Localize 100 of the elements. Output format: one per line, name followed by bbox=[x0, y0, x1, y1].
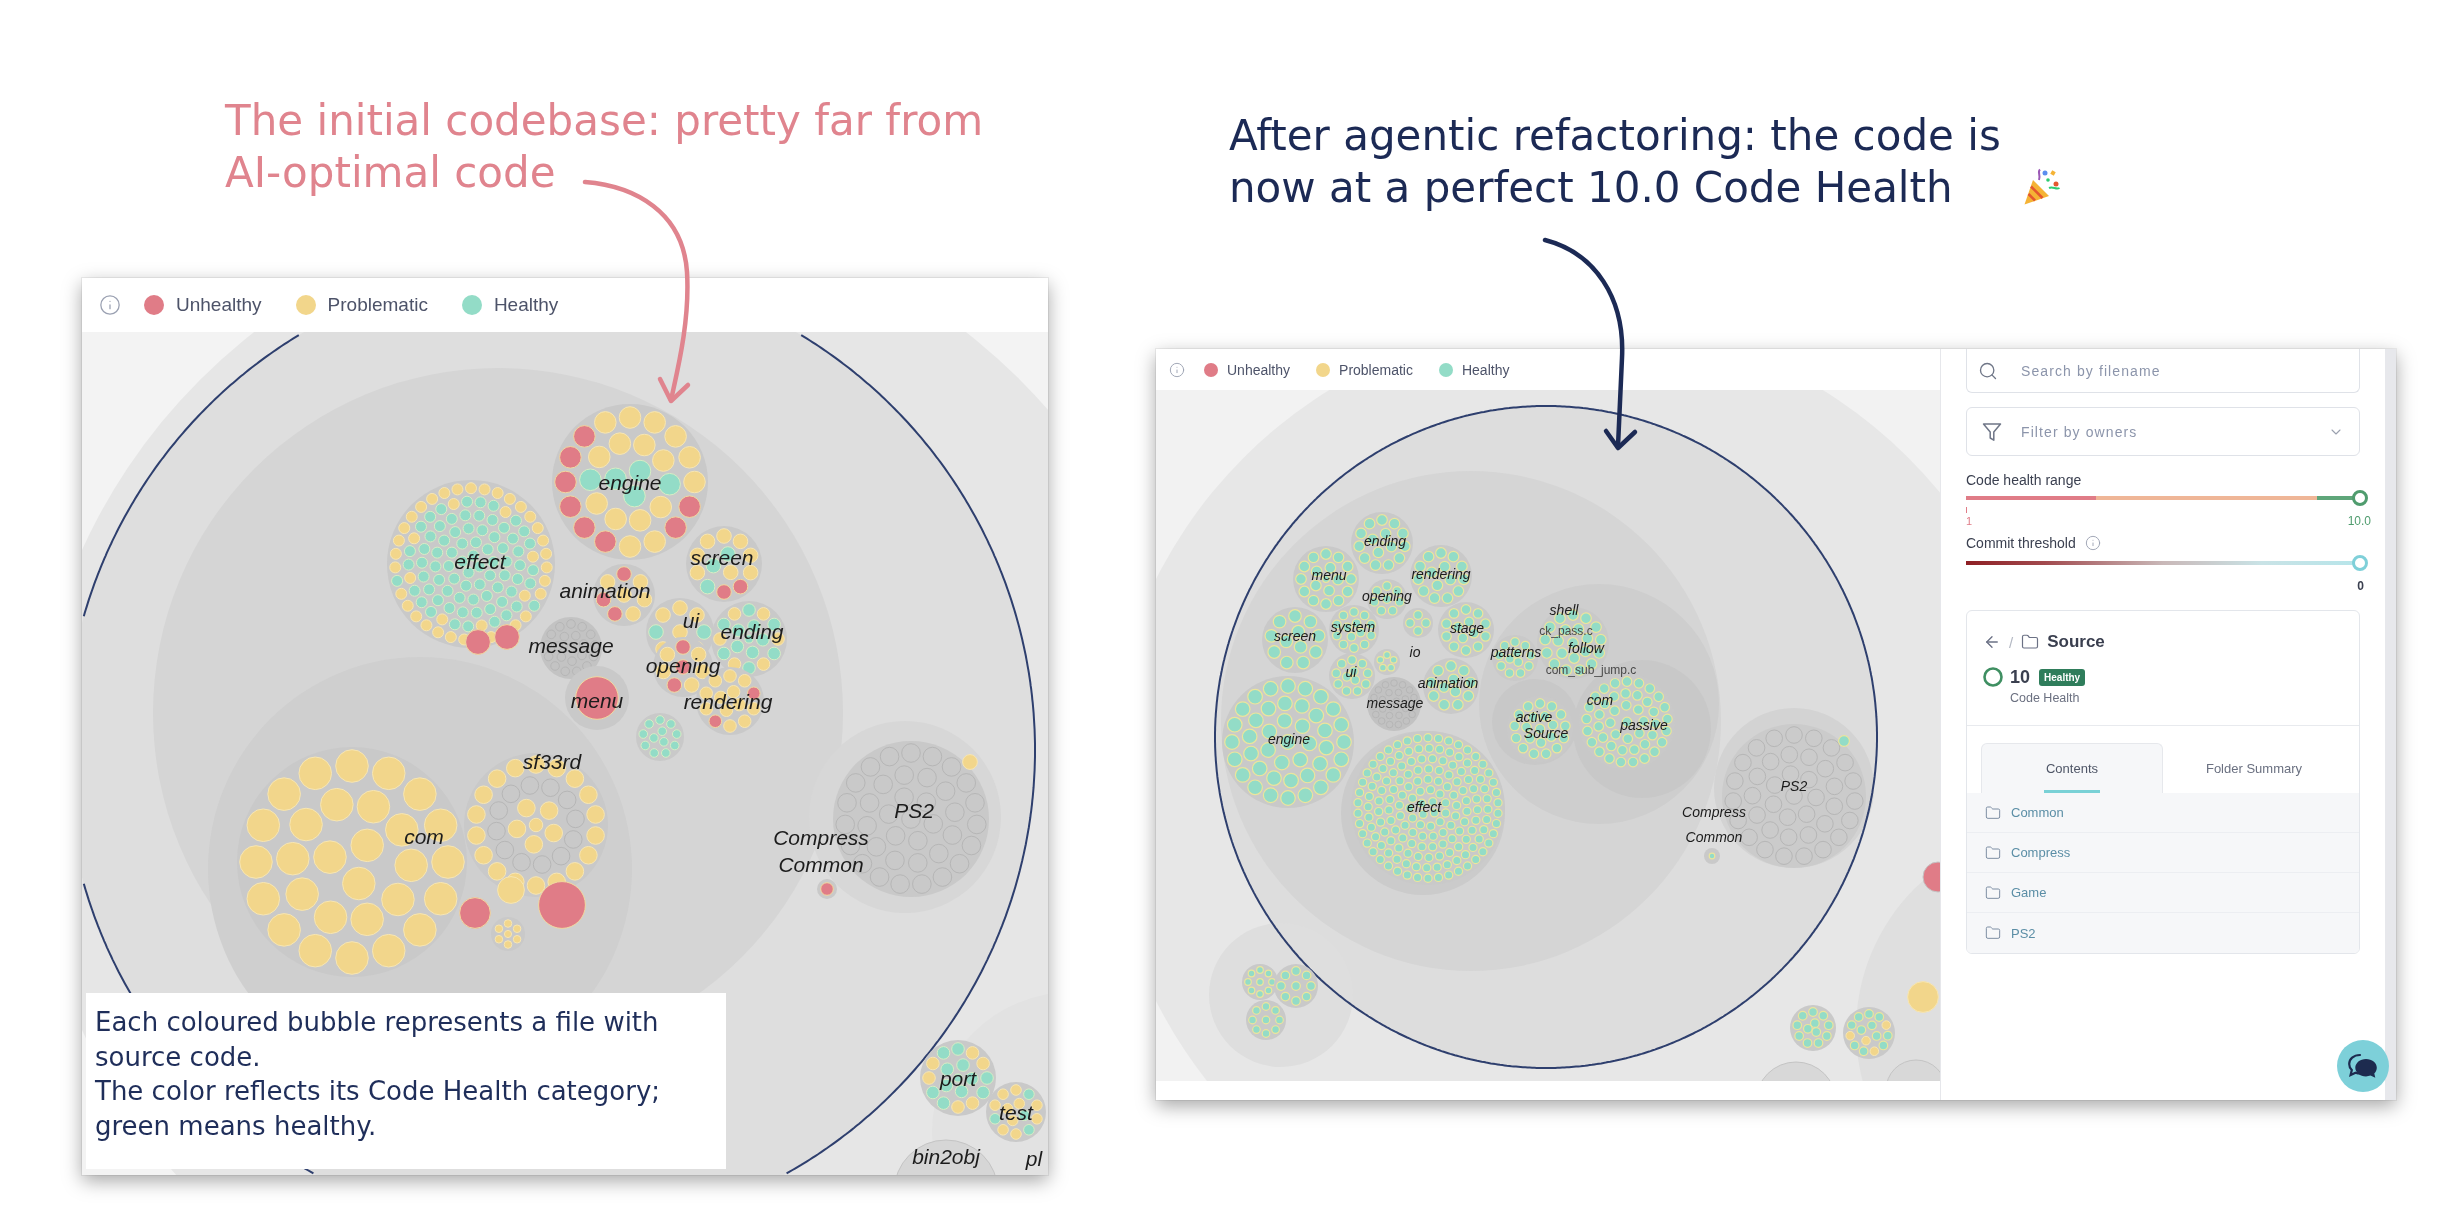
tab[interactable]: Folder Summary bbox=[2163, 743, 2345, 793]
folder-label: follow bbox=[1568, 640, 1604, 656]
slider-label: Commit threshold bbox=[1966, 535, 2076, 551]
filter-icon bbox=[1982, 422, 2002, 442]
folder-label: active bbox=[1515, 709, 1553, 725]
file-bubble bbox=[962, 754, 978, 770]
legend-label: Healthy bbox=[493, 294, 559, 316]
file-bubble-cluster bbox=[1843, 1007, 1895, 1059]
folder-row[interactable]: Game bbox=[1967, 873, 2359, 913]
folder-label: sf33rd bbox=[522, 749, 582, 773]
folder-label: effect bbox=[1406, 799, 1442, 815]
file-bubble-cluster bbox=[1704, 848, 1720, 864]
folder-label: opening bbox=[1362, 588, 1412, 604]
health-badge: Healthy bbox=[2039, 668, 2086, 686]
file-bubble bbox=[465, 629, 491, 655]
file-bubble bbox=[1907, 981, 1939, 1013]
folder-label: system bbox=[1330, 619, 1376, 635]
folder-label: Compress bbox=[1682, 804, 1746, 820]
folder-label: screen bbox=[1274, 628, 1316, 644]
folder-label: ending bbox=[720, 619, 784, 643]
legend-label: Healthy bbox=[1461, 361, 1510, 378]
folder-label: opening bbox=[645, 653, 721, 677]
folder-label: animation bbox=[559, 578, 651, 602]
folder-icon bbox=[1985, 804, 2001, 821]
note-text: The color reflects its Code Health category; green means healthy. bbox=[95, 1075, 662, 1143]
file-bubble-cluster bbox=[986, 1082, 1046, 1142]
folder-row[interactable]: Common bbox=[1967, 793, 2359, 833]
folder-icon bbox=[1985, 884, 2001, 901]
file-bubble-cluster bbox=[1351, 512, 1413, 574]
folder-label: stage bbox=[1449, 620, 1485, 636]
folder-label: engine bbox=[1268, 731, 1310, 747]
legend-label: Problematic bbox=[1339, 361, 1413, 378]
health-ring-icon bbox=[1983, 667, 2003, 687]
info-icon[interactable] bbox=[99, 294, 121, 316]
folder-label: message bbox=[528, 633, 614, 657]
folder-label: test bbox=[999, 1100, 1033, 1124]
file-bubble-cluster bbox=[1274, 964, 1318, 1008]
file-bubble-cluster bbox=[1293, 546, 1359, 612]
folder-label: PS2 bbox=[894, 798, 934, 822]
folder-label: PS2 bbox=[1780, 778, 1808, 794]
file-bubble-cluster bbox=[1242, 964, 1278, 1000]
search-field[interactable]: Search by filename bbox=[1966, 349, 2360, 393]
folder-label: Compress bbox=[773, 825, 869, 849]
folder-label: rendering bbox=[683, 689, 773, 713]
file-label: com_sub_jump.c bbox=[1545, 663, 1637, 677]
info-icon[interactable] bbox=[1169, 361, 1185, 378]
folder-label: shell bbox=[1549, 602, 1579, 618]
slider-thumb[interactable] bbox=[2352, 490, 2368, 506]
breadcrumb-separator: / bbox=[2009, 633, 2014, 651]
folder-label: passive bbox=[1620, 717, 1668, 733]
folder-row[interactable]: Compress bbox=[1967, 833, 2359, 873]
folder-icon bbox=[2021, 633, 2040, 651]
folder-label: ending bbox=[1364, 533, 1406, 549]
folder-label: port bbox=[939, 1066, 977, 1090]
folder-label: pl bbox=[1025, 1146, 1043, 1170]
file-bubble-cluster bbox=[636, 713, 684, 761]
file-bubble bbox=[538, 881, 586, 929]
folder-row[interactable]: PS2 bbox=[1967, 913, 2359, 953]
info-icon[interactable] bbox=[2084, 535, 2101, 551]
folder-label: bin2obj bbox=[912, 1144, 980, 1168]
file-bubble bbox=[494, 624, 520, 650]
legend-label: Unhealthy bbox=[176, 294, 262, 316]
annotation-text: After agentic refactoring: the code is now at a perfect 10.0 Code Health bbox=[1229, 110, 2002, 214]
range-min-label: 1 bbox=[1966, 515, 1973, 527]
file-bubble bbox=[459, 897, 491, 929]
note-text: Each coloured bubble represents a file with source code. bbox=[95, 1006, 660, 1074]
folder-label: message bbox=[1366, 695, 1424, 711]
party-popper-icon bbox=[2023, 168, 2061, 206]
range-max-label: 10.0 bbox=[2347, 514, 2371, 528]
folder-label: io bbox=[1409, 644, 1421, 660]
score-caption: Code Health bbox=[2010, 691, 2081, 707]
slider-thumb[interactable] bbox=[2352, 555, 2368, 571]
legend-label: Problematic bbox=[327, 294, 428, 316]
threshold-value: 0 bbox=[2357, 579, 2364, 593]
folder-title: Source bbox=[2047, 632, 2105, 652]
owner-filter-field[interactable]: Filter by owners bbox=[1966, 407, 2360, 456]
folder-label: effect bbox=[454, 549, 506, 573]
file-bubble-cluster bbox=[565, 666, 629, 730]
file-label: ck_pass.c bbox=[1539, 624, 1593, 638]
folder-label: engine bbox=[598, 470, 662, 494]
folder-label: screen bbox=[690, 545, 754, 569]
folder-label: com bbox=[1586, 692, 1614, 708]
search-icon bbox=[1978, 361, 1998, 381]
file-bubble-cluster bbox=[1246, 1000, 1286, 1040]
annotation-text: The initial codebase: pretty far from AI-optimal code bbox=[225, 95, 985, 199]
folder-label: animation bbox=[1417, 675, 1479, 691]
folder-icon bbox=[1985, 844, 2001, 861]
file-bubble bbox=[1838, 735, 1850, 747]
slider-label: Code health range bbox=[1966, 472, 2082, 488]
folder-label: rendering bbox=[1411, 566, 1471, 582]
folder-label: com bbox=[404, 824, 444, 848]
file-bubble bbox=[1922, 861, 1940, 893]
file-bubble-cluster bbox=[491, 917, 525, 951]
folder-label: Common bbox=[1685, 829, 1743, 845]
tab[interactable]: Contents bbox=[1981, 743, 2163, 793]
chat-bubbles-icon bbox=[2348, 1053, 2378, 1079]
folder-label: ui bbox=[1345, 664, 1357, 680]
folder-label: patterns bbox=[1490, 644, 1542, 660]
file-bubble-cluster bbox=[1507, 696, 1573, 762]
legend-label: Unhealthy bbox=[1227, 361, 1291, 378]
